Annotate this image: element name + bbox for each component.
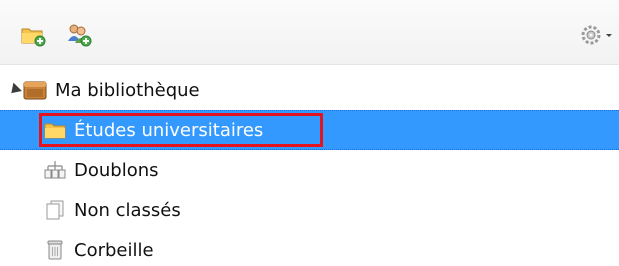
new-group-button[interactable] <box>66 22 92 48</box>
settings-menu-button[interactable] <box>578 22 614 48</box>
chevron-down-icon <box>606 34 612 37</box>
folder-icon <box>44 119 66 141</box>
tree-item-etudes-universitaires[interactable]: Études universitaires <box>0 110 619 150</box>
tree-item-library[interactable]: Ma bibliothèque <box>0 70 619 110</box>
new-collection-icon <box>21 28 46 47</box>
collection-label: Doublons <box>74 159 159 181</box>
library-label: Ma bibliothèque <box>55 79 200 101</box>
gear-icon <box>581 25 612 45</box>
tree-item-doublons[interactable]: Doublons <box>0 150 619 190</box>
collection-tree: Ma bibliothèque Études universitaires Do… <box>0 70 619 266</box>
library-icon <box>23 81 47 100</box>
duplicates-icon <box>44 159 66 181</box>
collections-pane: Ma bibliothèque Études universitaires Do… <box>0 0 619 266</box>
collection-label: Non classés <box>74 199 181 221</box>
collection-label: Études universitaires <box>74 119 264 141</box>
collection-label: Corbeille <box>74 239 154 261</box>
unfiled-icon <box>44 199 66 221</box>
tree-item-non-classes[interactable]: Non classés <box>0 190 619 230</box>
tree-item-corbeille[interactable]: Corbeille <box>0 230 619 266</box>
trash-icon <box>44 239 66 261</box>
collections-toolbar <box>0 0 619 65</box>
expand-twisty-icon[interactable] <box>7 82 22 98</box>
new-collection-button[interactable] <box>20 22 46 48</box>
new-group-icon <box>68 24 92 47</box>
